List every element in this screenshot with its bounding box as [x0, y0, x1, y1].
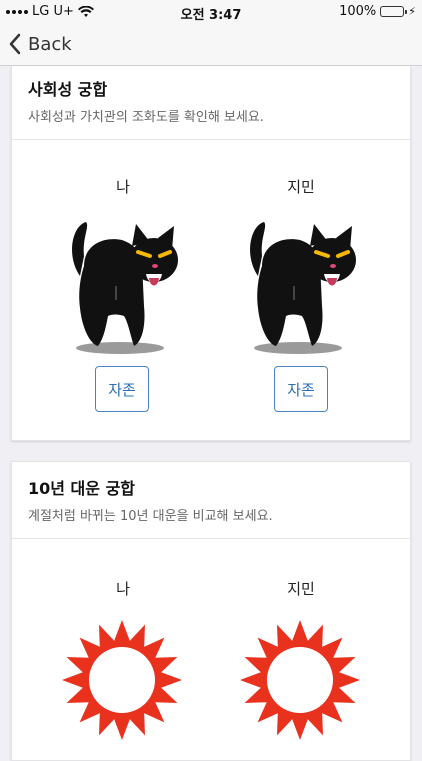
social-result-button-me[interactable]: 자존: [95, 366, 149, 412]
battery-group: 100% ⚡: [339, 4, 416, 19]
person-name-partner: 지민: [287, 580, 315, 598]
person-name-partner: 지민: [287, 178, 315, 196]
person-name-me: 나: [116, 178, 130, 196]
person-name-me: 나: [116, 580, 130, 598]
card-title: 10년 대운 궁합: [28, 479, 136, 498]
card-title: 사회성 궁합: [28, 80, 108, 99]
battery-icon: [380, 6, 408, 17]
black-cat-icon: [250, 222, 356, 354]
red-sun-icon: [240, 620, 360, 740]
card-header: 사회성 궁합 사회성과 가치관의 조화도를 확인해 보세요.: [12, 66, 410, 140]
charging-icon: ⚡: [408, 5, 416, 18]
battery-percent: 100%: [339, 4, 377, 19]
social-compat-card: 사회성 궁합 사회성과 가치관의 조화도를 확인해 보세요. 나 자존 지민 자…: [11, 66, 411, 441]
social-result-button-partner[interactable]: 자존: [274, 366, 328, 412]
status-bar: LG U+ 오전 3:47 100% ⚡: [0, 0, 422, 23]
card-subtitle: 사회성과 가치관의 조화도를 확인해 보세요.: [28, 110, 264, 125]
navigation-bar: Back: [0, 22, 422, 66]
back-button[interactable]: Back: [8, 30, 72, 58]
black-cat-icon: [72, 222, 178, 354]
card-header: 10년 대운 궁합 계절처럼 바뀌는 10년 대운을 비교해 보세요.: [12, 462, 410, 539]
chevron-left-icon: [9, 33, 21, 55]
decade-compat-card: 10년 대운 궁합 계절처럼 바뀌는 10년 대운을 비교해 보세요. 나 지민: [11, 461, 411, 761]
sun-center: [89, 647, 155, 713]
sun-center: [267, 647, 333, 713]
card-subtitle: 계절처럼 바뀌는 10년 대운을 비교해 보세요.: [28, 509, 273, 524]
back-label: Back: [28, 33, 72, 55]
red-sun-icon: [62, 620, 182, 740]
